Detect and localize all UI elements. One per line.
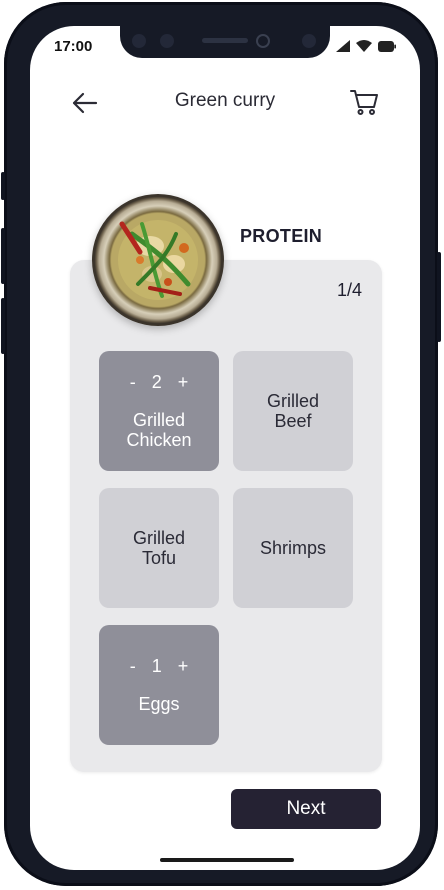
home-indicator: [160, 858, 294, 862]
option-tile-shrimps[interactable]: Shrimps: [233, 488, 353, 608]
option-label: Shrimps: [259, 538, 326, 558]
increment-button[interactable]: +: [178, 656, 189, 676]
volume-up-button: [1, 228, 5, 284]
sensor-dot: [160, 34, 174, 48]
front-camera: [256, 34, 270, 48]
volume-down-button: [1, 298, 5, 354]
dish-image: [92, 194, 224, 326]
option-label: Tofu: [141, 548, 177, 568]
quantity-value: 1: [151, 656, 162, 676]
quantity-stepper: - 1 +: [130, 656, 189, 676]
option-tile-grilled-tofu[interactable]: Grilled Tofu: [99, 488, 219, 608]
option-tile-grilled-beef[interactable]: Grilled Beef: [233, 351, 353, 471]
phone-frame: 17:00 Green curry 1/4 - 2 + Grilled Chic…: [1, 2, 441, 886]
option-label: Chicken: [126, 430, 192, 450]
cart-button[interactable]: [348, 86, 380, 118]
shopping-cart-icon: [350, 90, 378, 115]
mute-switch: [1, 172, 5, 200]
wifi-icon: [356, 40, 372, 52]
notch: [120, 26, 330, 58]
earpiece-speaker: [202, 38, 248, 43]
option-label: Grilled: [132, 528, 185, 548]
quantity-stepper: - 2 +: [130, 372, 189, 392]
option-tile-eggs[interactable]: - 1 + Eggs: [99, 625, 219, 745]
increment-button[interactable]: +: [178, 372, 189, 392]
option-label: Beef: [274, 411, 312, 431]
signal-icon: [336, 40, 350, 52]
category-title: PROTEIN: [240, 226, 323, 246]
sensor-dot: [132, 34, 146, 48]
battery-icon: [378, 40, 396, 52]
step-progress: 1/4: [336, 280, 362, 300]
status-icons: [336, 40, 396, 52]
quantity-value: 2: [151, 372, 162, 392]
option-tile-grilled-chicken[interactable]: - 2 + Grilled Chicken: [99, 351, 219, 471]
option-label: Grilled: [132, 410, 185, 430]
app-screen: 17:00 Green curry 1/4 - 2 + Grilled Chic…: [30, 26, 420, 870]
green-curry-illustration: [118, 220, 198, 300]
option-label: Grilled: [266, 391, 319, 411]
status-time: 17:00: [54, 38, 93, 55]
option-panel: 1/4 - 2 + Grilled Chicken Grilled Beef G…: [70, 260, 382, 772]
decrement-button[interactable]: -: [130, 372, 136, 392]
sensor-dot: [302, 34, 316, 48]
next-button[interactable]: Next: [231, 789, 381, 829]
option-label: Eggs: [138, 694, 180, 714]
power-button: [437, 252, 441, 342]
decrement-button[interactable]: -: [130, 656, 136, 676]
